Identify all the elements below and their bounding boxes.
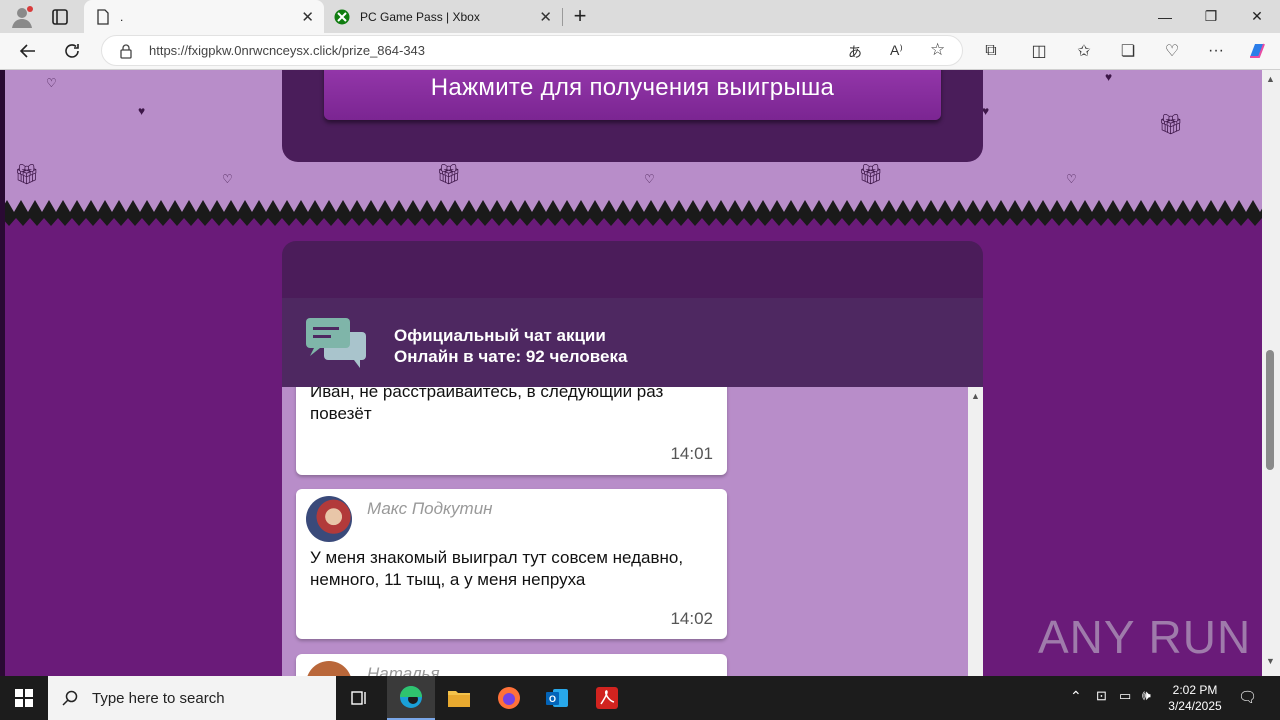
task-view-icon[interactable] — [336, 676, 384, 720]
chat-scrollbar[interactable]: ▲ — [968, 387, 983, 676]
minimize-icon[interactable]: — — [1142, 0, 1188, 33]
windows-start-icon[interactable] — [0, 676, 48, 720]
site-info-icon[interactable] — [118, 43, 134, 59]
svg-text:O: O — [549, 694, 556, 704]
favorite-star-icon[interactable]: ☆ — [930, 40, 945, 60]
chat-message: Наталья — [296, 654, 727, 676]
page-icon — [97, 8, 109, 25]
search-placeholder: Type here to search — [92, 689, 225, 707]
page-viewport: ♡ ♥ ♡ ♡ ♡ ♥ ♥ 🎁︎ 🎁︎ 🎁︎ 🎁︎ Нажмите для по… — [0, 70, 1280, 676]
gift-icon: 🎁︎ — [436, 164, 462, 186]
chat-messages[interactable]: Иван, не расстраивайтесь, в следующий ра… — [282, 387, 968, 676]
browser-essentials-icon[interactable]: ♡ — [1158, 37, 1186, 65]
firefox-icon[interactable] — [485, 676, 533, 720]
heart-icon: ♥ — [982, 104, 990, 118]
restore-icon[interactable]: ❐ — [1188, 0, 1234, 33]
message-time: 14:01 — [670, 444, 713, 463]
message-text: У меня знакомый выиграл тут совсем недав… — [310, 548, 684, 589]
scroll-up-arrow-icon[interactable]: ▲ — [1266, 74, 1275, 84]
refresh-icon[interactable] — [58, 37, 86, 65]
scroll-down-arrow-icon[interactable]: ▼ — [1266, 656, 1275, 666]
xbox-icon — [334, 9, 350, 24]
tab-separator — [562, 8, 563, 26]
network-icon[interactable]: ▭ — [1119, 688, 1131, 704]
show-hidden-icons[interactable]: ⌃ — [1070, 688, 1082, 705]
read-aloud-icon[interactable]: A⁾ — [890, 42, 903, 59]
profile-icon[interactable] — [10, 5, 34, 29]
clock-date: 3/24/2025 — [1168, 699, 1222, 713]
tab-title: . — [120, 9, 124, 24]
page-scrollbar[interactable]: ▲ ▼ — [1262, 70, 1280, 676]
heart-icon: ♥ — [138, 104, 146, 118]
watermark: ANY RUN — [1038, 611, 1252, 663]
split-screen-icon[interactable]: ◫ — [1025, 37, 1053, 65]
acrobat-icon[interactable] — [583, 676, 631, 720]
edge-icon[interactable] — [387, 676, 435, 720]
chat-panel: Официальный чат акции Онлайн в чате: 92 … — [282, 241, 983, 676]
close-icon[interactable]: ✕ — [539, 8, 552, 26]
file-explorer-icon[interactable] — [435, 676, 483, 720]
notifications-icon[interactable]: 🗨︎ — [1238, 688, 1257, 706]
tab-actions-icon[interactable] — [50, 7, 70, 27]
scrollbar-thumb[interactable] — [1266, 350, 1274, 470]
message-author: Наталья — [367, 664, 440, 676]
meet-now-icon[interactable]: ⊡ — [1096, 688, 1107, 704]
url-text: https://fxigpkw.0nrwcnceysx.click/prize_… — [149, 43, 426, 58]
favorites-icon[interactable]: ✩ — [1070, 37, 1098, 65]
left-edge — [0, 70, 5, 676]
back-icon[interactable] — [14, 37, 42, 65]
translate-icon[interactable]: あ — [848, 42, 862, 62]
heart-icon: ♡ — [46, 76, 57, 90]
zigzag-border — [0, 200, 1262, 230]
collections-icon[interactable]: ❏ — [1114, 37, 1142, 65]
chat-header: Официальный чат акции Онлайн в чате: 92 … — [282, 298, 983, 387]
tab-xbox[interactable]: PC Game Pass | Xbox ✕ — [324, 0, 562, 33]
chat-online-count: Онлайн в чате: 92 человека — [394, 347, 628, 366]
gift-icon: 🎁︎ — [1158, 114, 1184, 136]
extensions-icon[interactable]: ⧉ — [977, 37, 1005, 65]
prize-panel: Нажмите для получения выигрыша — [282, 70, 983, 162]
volume-icon[interactable]: 🕪︎ — [1142, 687, 1151, 704]
browser-toolbar: https://fxigpkw.0nrwcnceysx.click/prize_… — [0, 33, 1280, 70]
tab-title: PC Game Pass | Xbox — [360, 9, 480, 24]
message-time: 14:02 — [670, 609, 713, 628]
outlook-icon[interactable]: O — [533, 676, 581, 720]
chat-message: Иван, не расстраивайтесь, в следующий ра… — [296, 387, 727, 475]
heart-icon: ♡ — [1066, 172, 1077, 186]
copilot-icon[interactable] — [1243, 37, 1271, 65]
avatar — [306, 661, 352, 676]
chat-message: Макс Подкутин У меня знакомый выиграл ту… — [296, 489, 727, 639]
get-prize-button[interactable]: Нажмите для получения выигрыша — [324, 70, 941, 120]
gift-icon: 🎁︎ — [858, 164, 884, 186]
heart-icon: ♥ — [1105, 70, 1113, 84]
clock-time: 2:02 PM — [1172, 683, 1218, 697]
heart-icon: ♡ — [644, 172, 655, 186]
message-text: Иван, не расстраивайтесь, в следующий ра… — [310, 387, 664, 423]
gift-icon: 🎁︎ — [14, 164, 40, 186]
message-author: Макс Подкутин — [367, 499, 493, 518]
window-close-icon[interactable]: ✕ — [1234, 0, 1280, 33]
tab-strip: . ✕ PC Game Pass | Xbox ✕ + — ❐ ✕ — [0, 0, 1280, 33]
search-icon — [62, 690, 78, 706]
taskbar-search[interactable]: Type here to search — [48, 676, 336, 720]
more-menu-icon[interactable]: ··· — [1202, 37, 1230, 65]
system-clock[interactable]: 2:02 PM 3/24/2025 — [1160, 682, 1230, 714]
scroll-up-arrow-icon[interactable]: ▲ — [968, 391, 983, 401]
avatar — [306, 496, 352, 542]
chat-title: Официальный чат акции — [394, 326, 606, 345]
heart-icon: ♡ — [222, 172, 233, 186]
get-prize-label: Нажмите для получения выигрыша — [430, 74, 835, 101]
chat-bubbles-icon — [306, 318, 366, 368]
address-bar[interactable]: https://fxigpkw.0nrwcnceysx.click/prize_… — [101, 35, 963, 66]
tab-active-page[interactable]: . ✕ — [84, 0, 324, 33]
new-tab-icon[interactable]: + — [568, 4, 592, 28]
close-icon[interactable]: ✕ — [301, 8, 314, 26]
taskbar: Type here to search O ⌃ ⊡ ▭ 🕪︎ 2:02 PM 3… — [0, 676, 1280, 720]
